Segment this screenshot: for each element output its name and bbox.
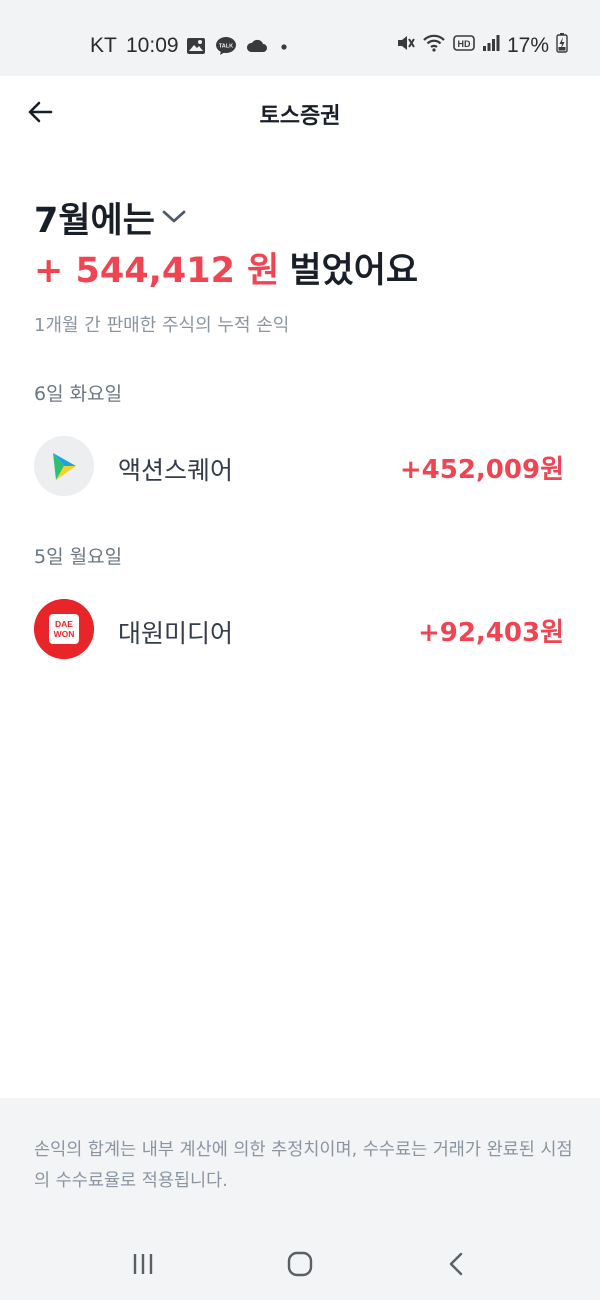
disclaimer-box: 손익의 합계는 내부 계산에 의한 추정치이며, 수수료는 거래가 완료된 시점… bbox=[0, 1098, 600, 1228]
stock-name: 대원미디어 bbox=[118, 619, 234, 648]
system-icons: HD 17% bbox=[395, 33, 568, 58]
gallery-icon bbox=[186, 37, 206, 60]
hd-icon: HD bbox=[453, 34, 475, 57]
recent-apps-button[interactable] bbox=[123, 1248, 163, 1284]
svg-text:DAE: DAE bbox=[55, 619, 73, 629]
nav-back-button[interactable] bbox=[436, 1248, 476, 1284]
profit-suffix-label: 벌었어요 bbox=[289, 251, 419, 291]
summary-description: 1개월 간 판매한 주식의 누적 손익 bbox=[34, 315, 290, 336]
carrier-label: KT bbox=[90, 34, 117, 57]
svg-text:HD: HD bbox=[457, 39, 470, 49]
wifi-icon bbox=[422, 33, 446, 58]
clock: 10:09 bbox=[126, 34, 179, 57]
svg-text:WON: WON bbox=[54, 629, 75, 639]
month-label: 7월에는 bbox=[34, 201, 155, 241]
stock-row-actionsquare[interactable]: 액션스퀘어 +452,009원 bbox=[0, 427, 600, 503]
chevron-down-icon bbox=[161, 206, 187, 230]
app-header: 토스증권 bbox=[0, 76, 600, 152]
battery-charging-icon bbox=[556, 33, 568, 58]
stock-profit: +452,009원 bbox=[399, 455, 564, 485]
cloud-icon bbox=[246, 38, 268, 59]
stock-row-daewonmedia[interactable]: DAE WON 대원미디어 +92,403원 bbox=[0, 590, 600, 666]
stock-name: 액션스퀘어 bbox=[118, 456, 234, 485]
system-nav-bar bbox=[0, 1228, 600, 1300]
daewon-logo-icon: DAE WON bbox=[34, 599, 94, 659]
month-selector[interactable]: 7월에는 bbox=[34, 192, 187, 243]
home-icon bbox=[286, 1251, 314, 1281]
mute-vibrate-icon bbox=[395, 33, 415, 58]
page-title: 토스증권 bbox=[259, 104, 341, 129]
actionsquare-logo-icon bbox=[34, 436, 94, 496]
kakaotalk-icon: TALK bbox=[215, 36, 237, 61]
recent-apps-icon bbox=[130, 1252, 156, 1280]
disclaimer-text: 손익의 합계는 내부 계산에 의한 추정치이며, 수수료는 거래가 완료된 시점… bbox=[34, 1140, 573, 1191]
svg-text:TALK: TALK bbox=[219, 44, 233, 50]
signal-icon bbox=[482, 34, 500, 57]
status-bar: KT 10:09 TALK HD 17% bbox=[0, 0, 600, 76]
battery-percent: 17% bbox=[506, 33, 549, 57]
date-group-label: 6일 화요일 bbox=[34, 383, 123, 405]
dot-icon bbox=[277, 39, 291, 58]
notification-icons: TALK bbox=[186, 36, 291, 61]
home-button[interactable] bbox=[280, 1248, 320, 1284]
profit-summary: + 544,412 원 벌었어요 bbox=[34, 242, 418, 293]
back-icon bbox=[446, 1251, 466, 1281]
total-profit-amount: + 544,412 원 bbox=[34, 251, 280, 291]
stock-profit: +92,403원 bbox=[417, 618, 564, 648]
screen: KT 10:09 TALK HD 17% 토스증권 7월에는 + 544,412… bbox=[0, 0, 600, 1300]
date-group-label: 5일 월요일 bbox=[34, 546, 123, 568]
